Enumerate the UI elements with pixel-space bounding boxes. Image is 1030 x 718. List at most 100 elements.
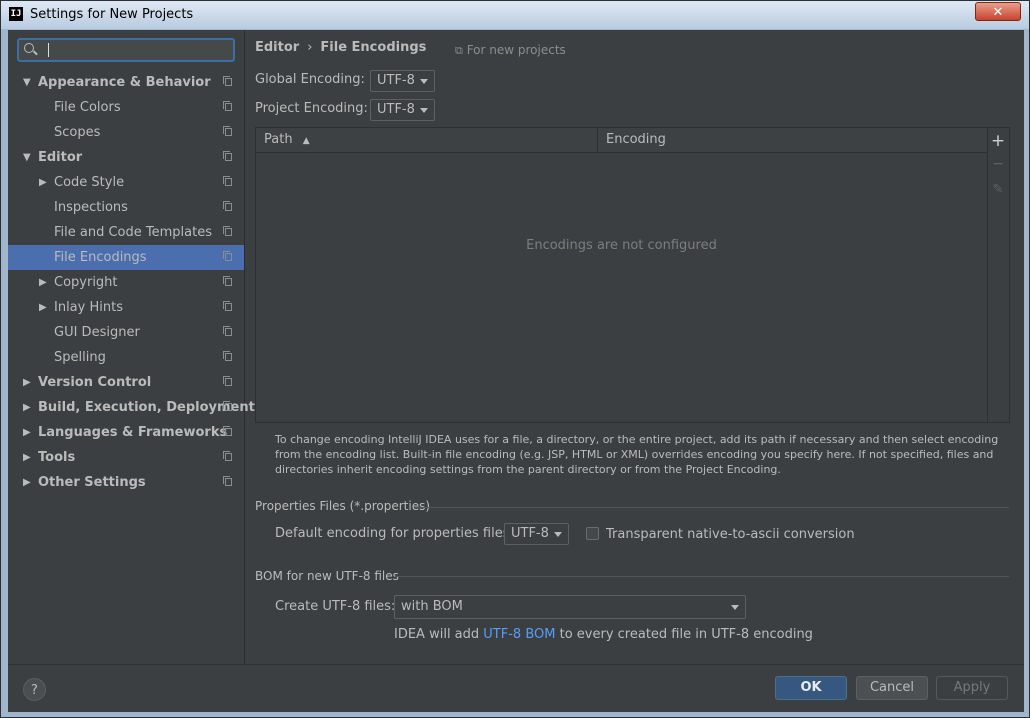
- file-encodings-panel: Editor › File Encodings ⧉ For new projects…: [245, 30, 1024, 664]
- transparent-conversion-checkbox[interactable]: [586, 527, 599, 540]
- settings-sidebar: ▼ Appearance & Behavior File Colors Scopes ▼…: [8, 30, 255, 664]
- copy-settings-icon: [223, 251, 232, 261]
- sidebar-item-copyright[interactable]: ▶ Copyright: [8, 270, 244, 295]
- add-icon[interactable]: +: [987, 131, 1009, 151]
- sidebar-item-file-encodings[interactable]: File Encodings: [8, 245, 244, 270]
- copy-settings-icon: [223, 151, 232, 161]
- sidebar-item-inspections[interactable]: Inspections: [8, 195, 244, 220]
- column-header-encoding[interactable]: Encoding: [606, 128, 666, 152]
- search-input[interactable]: [17, 38, 235, 62]
- chevron-right-icon[interactable]: ▶: [23, 445, 31, 470]
- breadcrumb: Editor › File Encodings: [255, 40, 426, 55]
- sidebar-item-tools[interactable]: ▶ Tools: [8, 445, 244, 470]
- sidebar-item-label: GUI Designer: [54, 325, 140, 340]
- window-title: Settings for New Projects: [30, 7, 194, 22]
- column-divider[interactable]: [597, 128, 598, 152]
- create-utf8-files-select[interactable]: with BOM: [394, 595, 746, 619]
- sidebar-item-gui-designer[interactable]: GUI Designer: [8, 320, 244, 345]
- bom-note-suffix: to every created file in UTF-8 encoding: [559, 627, 813, 642]
- chevron-down-icon: [731, 605, 739, 610]
- chevron-right-icon[interactable]: ▶: [39, 270, 47, 295]
- apply-button[interactable]: Apply: [936, 676, 1008, 700]
- chevron-right-icon[interactable]: ▶: [23, 370, 31, 395]
- column-header-path[interactable]: Path ▲: [264, 128, 310, 153]
- settings-window: IJ Settings for New Projects ✕ ▼ Appearan…: [0, 0, 1030, 718]
- copy-settings-icon: [223, 101, 232, 111]
- for-new-projects-label: For new projects: [466, 43, 566, 57]
- ok-button[interactable]: OK: [775, 676, 847, 700]
- edit-icon[interactable]: ✎: [987, 182, 1009, 197]
- search-icon: [24, 43, 34, 53]
- breadcrumb-parent[interactable]: Editor: [255, 40, 299, 55]
- table-toolbar: + − ✎: [987, 127, 1010, 423]
- section-divider: [415, 507, 1009, 508]
- copy-settings-icon: [223, 276, 232, 286]
- sidebar-item-version-control[interactable]: ▶ Version Control: [8, 370, 244, 395]
- copy-settings-icon: [223, 401, 232, 411]
- copy-settings-icon: [223, 126, 232, 136]
- sidebar-item-label: Appearance & Behavior: [38, 75, 211, 90]
- default-properties-encoding-label: Default encoding for properties files:: [275, 526, 514, 541]
- remove-icon[interactable]: −: [987, 156, 1009, 172]
- cancel-button[interactable]: Cancel: [856, 676, 928, 700]
- project-encoding-select[interactable]: UTF-8: [370, 99, 435, 121]
- global-encoding-select[interactable]: UTF-8: [370, 70, 435, 92]
- encodings-table[interactable]: Path ▲ Encoding Encodings are not config…: [255, 127, 988, 423]
- sidebar-item-label: Inlay Hints: [54, 300, 123, 315]
- sidebar-item-code-style[interactable]: ▶ Code Style: [8, 170, 244, 195]
- copy-settings-icon: [223, 351, 232, 361]
- project-encoding-label: Project Encoding:: [255, 101, 368, 116]
- sidebar-item-editor[interactable]: ▼ Editor: [8, 145, 244, 170]
- sidebar-item-label: Scopes: [54, 125, 101, 140]
- help-button[interactable]: ?: [23, 678, 46, 701]
- sidebar-item-spelling[interactable]: Spelling: [8, 345, 244, 370]
- sidebar-item-label: Tools: [38, 450, 76, 465]
- transparent-conversion-label[interactable]: Transparent native-to-ascii conversion: [606, 527, 855, 542]
- copy-settings-icon: [223, 301, 232, 311]
- copy-settings-icon: [223, 76, 232, 86]
- copy-settings-icon: [223, 476, 232, 486]
- bom-note: IDEA will add UTF-8 BOM to every created…: [394, 627, 813, 642]
- empty-table-message: Encodings are not configured: [526, 238, 717, 253]
- sidebar-item-label: Code Style: [54, 175, 125, 190]
- chevron-right-icon[interactable]: ▶: [23, 470, 31, 495]
- sidebar-item-label: Spelling: [54, 350, 106, 365]
- sidebar-item-file-and-code-templates[interactable]: File and Code Templates: [8, 220, 244, 245]
- close-button[interactable]: ✕: [975, 2, 1021, 21]
- create-utf8-files-value: with BOM: [401, 599, 463, 614]
- sidebar-item-scopes[interactable]: Scopes: [8, 120, 244, 145]
- chevron-down-icon[interactable]: ▼: [23, 145, 31, 170]
- sidebar-item-label: Languages & Frameworks: [38, 425, 228, 440]
- bom-note-prefix: IDEA will add: [394, 627, 480, 642]
- sidebar-item-label: Version Control: [38, 375, 152, 390]
- utf8-bom-link[interactable]: UTF-8 BOM: [483, 627, 555, 642]
- copy-settings-icon: [223, 451, 232, 461]
- copy-icon: ⧉: [455, 44, 463, 57]
- sidebar-item-other-settings[interactable]: ▶ Other Settings: [8, 470, 244, 495]
- title-bar[interactable]: IJ Settings for New Projects ✕: [1, 1, 1029, 29]
- encoding-help-text: To change encoding IntelliJ IDEA uses fo…: [275, 433, 999, 476]
- breadcrumb-current: File Encodings: [320, 40, 427, 55]
- text-caret: [48, 43, 49, 57]
- chevron-right-icon[interactable]: ▶: [23, 420, 31, 445]
- chevron-down-icon[interactable]: ▼: [23, 70, 31, 95]
- sidebar-item-label: Copyright: [54, 275, 118, 290]
- sort-ascending-icon: ▲: [302, 136, 310, 146]
- breadcrumb-separator: ›: [307, 40, 313, 55]
- chevron-right-icon[interactable]: ▶: [39, 295, 47, 320]
- copy-settings-icon: [223, 426, 232, 436]
- sidebar-item-appearance-behavior[interactable]: ▼ Appearance & Behavior: [8, 70, 244, 95]
- chevron-right-icon[interactable]: ▶: [39, 170, 47, 195]
- sidebar-item-languages-frameworks[interactable]: ▶ Languages & Frameworks: [8, 420, 244, 445]
- table-header: Path ▲ Encoding: [256, 128, 987, 153]
- chevron-down-icon: [420, 108, 428, 113]
- properties-encoding-select[interactable]: UTF-8: [504, 523, 569, 545]
- sidebar-item-inlay-hints[interactable]: ▶ Inlay Hints: [8, 295, 244, 320]
- chevron-right-icon[interactable]: ▶: [23, 395, 31, 420]
- chevron-down-icon: [554, 532, 562, 537]
- path-column-label: Path: [264, 132, 293, 147]
- for-new-projects-note: ⧉ For new projects: [455, 43, 566, 58]
- sidebar-item-label: Editor: [38, 150, 83, 165]
- sidebar-item-build-execution-deployment[interactable]: ▶ Build, Execution, Deployment: [8, 395, 255, 420]
- sidebar-item-file-colors[interactable]: File Colors: [8, 95, 244, 120]
